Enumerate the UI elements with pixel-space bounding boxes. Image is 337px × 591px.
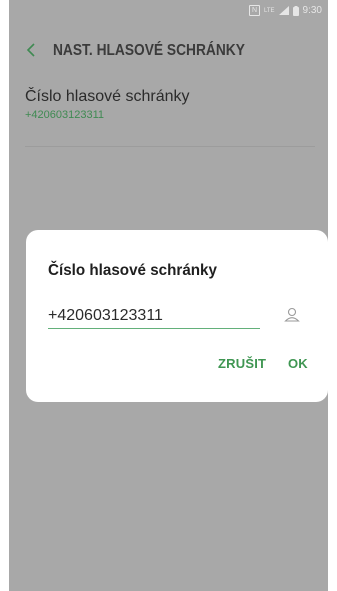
divider — [25, 146, 315, 147]
ok-button[interactable]: OK — [288, 356, 308, 371]
voicemail-number-setting[interactable]: Číslo hlasové schránky +420603123311 — [25, 88, 315, 121]
voicemail-number-input[interactable] — [48, 304, 260, 329]
phone-screen: N LTE 9:30 NAST. HLASOVÉ SCHRÁNKY Číslo … — [9, 0, 328, 591]
setting-value: +420603123311 — [25, 109, 105, 121]
lte-label: LTE — [263, 7, 275, 14]
signal-icon — [278, 6, 289, 15]
page-title: NAST. HLASOVÉ SCHRÁNKY — [53, 42, 245, 59]
contact-icon[interactable] — [283, 306, 301, 324]
app-header: NAST. HLASOVÉ SCHRÁNKY — [9, 36, 328, 66]
chevron-left-icon[interactable] — [22, 40, 42, 60]
voicemail-number-dialog: Číslo hlasové schránky ZRUŠIT OK — [26, 230, 328, 402]
clock: 9:30 — [302, 5, 322, 16]
dialog-title: Číslo hlasové schránky — [48, 262, 217, 279]
status-bar: N LTE 9:30 — [9, 0, 328, 24]
setting-label: Číslo hlasové schránky — [25, 88, 190, 105]
battery-icon — [292, 5, 299, 16]
nfc-icon: N — [248, 5, 260, 16]
status-icons: N LTE 9:30 — [248, 5, 322, 16]
cancel-button[interactable]: ZRUŠIT — [218, 356, 266, 371]
